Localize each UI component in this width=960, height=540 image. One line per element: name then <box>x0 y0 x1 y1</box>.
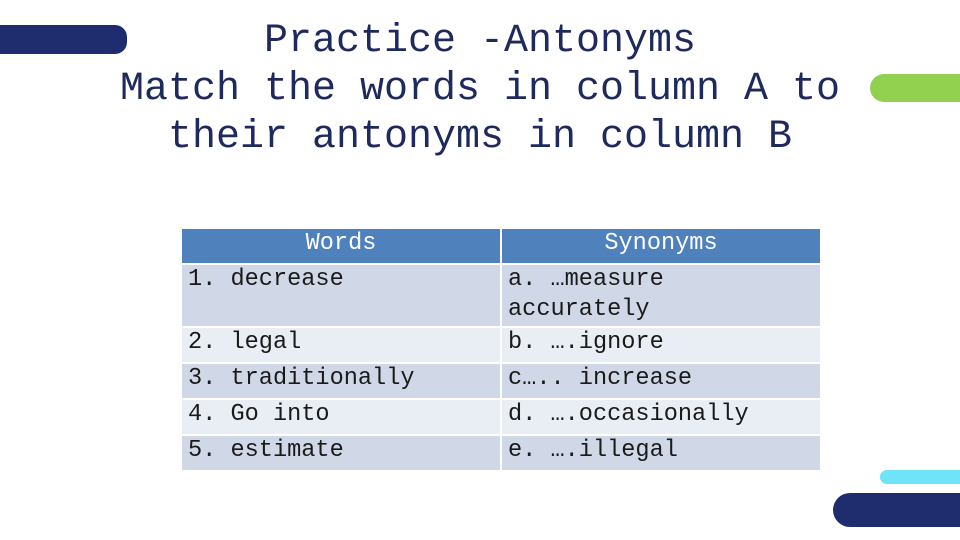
slide-title: Practice -Antonyms Match the words in co… <box>119 19 841 160</box>
table-row: 4. Go into d. ….occasionally <box>180 398 822 436</box>
antonym-cell: a. …measure accurately <box>500 263 822 328</box>
word-cell: 5. estimate <box>180 434 502 472</box>
table-row: 1. decrease a. …measure accurately <box>180 263 822 328</box>
word-cell: 4. Go into <box>180 398 502 436</box>
decorative-navy-bar-bottom <box>833 493 960 527</box>
table-row: 3. traditionally c….. increase <box>180 362 822 400</box>
table-header: Words Synonyms <box>180 227 822 265</box>
table-row: 2. legal b. ….ignore <box>180 326 822 364</box>
word-cell: 2. legal <box>180 326 502 364</box>
decorative-cyan-bar <box>880 470 960 484</box>
header-words: Words <box>180 227 502 265</box>
antonym-cell: c….. increase <box>500 362 822 400</box>
word-cell: 3. traditionally <box>180 362 502 400</box>
word-cell: 1. decrease <box>180 263 502 328</box>
header-synonyms: Synonyms <box>500 227 822 265</box>
antonyms-table: Words Synonyms 1. decrease a. …measure a… <box>180 227 822 472</box>
antonym-cell: d. ….occasionally <box>500 398 822 436</box>
antonym-cell: e. ….illegal <box>500 434 822 472</box>
antonym-cell: b. ….ignore <box>500 326 822 364</box>
table-row: 5. estimate e. ….illegal <box>180 434 822 472</box>
